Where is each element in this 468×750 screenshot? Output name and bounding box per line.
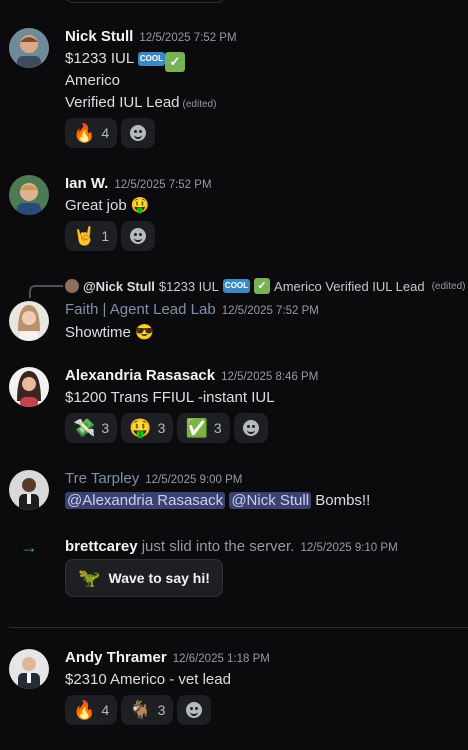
- timestamp: 12/5/2025 7:52 PM: [221, 305, 319, 317]
- timestamp: 12/5/2025 8:46 PM: [221, 371, 319, 383]
- edited-label: (edited): [431, 280, 466, 292]
- avatar-image: [9, 301, 49, 341]
- avatar-image: [9, 649, 49, 689]
- reaction-count: 3: [157, 702, 166, 718]
- join-text: just slid into the server.: [141, 538, 295, 555]
- reaction-money-wings[interactable]: 💸 3: [65, 413, 118, 443]
- avatar[interactable]: [9, 175, 49, 215]
- timestamp: 12/5/2025 7:52 PM: [114, 179, 212, 191]
- message-content: @Alexandria Rasasack @Nick Stull Bombs!!: [65, 492, 370, 509]
- message-content: $1200 Trans FFIUL -instant IUL: [65, 389, 275, 406]
- reaction-bar: 🔥 4 🐐 3: [65, 695, 212, 725]
- avatar[interactable]: [9, 28, 49, 68]
- add-reaction-button[interactable]: [177, 695, 212, 725]
- message-content: Showtime 😎: [65, 324, 154, 341]
- edited-label: (edited): [182, 99, 217, 110]
- fire-icon: 🔥: [73, 700, 96, 720]
- reaction-check[interactable]: ✅ 3: [177, 413, 230, 443]
- timestamp: 12/5/2025 9:10 PM: [300, 542, 398, 554]
- wave-button[interactable]: 🦖 Wave to say hi!: [65, 559, 223, 597]
- message-line: $1233 IUL: [65, 50, 134, 67]
- message-line: Americo: [65, 72, 121, 89]
- sunglasses-emoji: 😎: [135, 324, 154, 341]
- avatar[interactable]: [9, 649, 49, 689]
- money-face-icon: 🤑: [129, 418, 152, 438]
- author-name[interactable]: Nick Stull 12/5/2025 7:52 PM: [65, 28, 237, 45]
- timestamp: 12/5/2025 7:52 PM: [139, 32, 237, 44]
- reaction-count: 4: [101, 702, 110, 718]
- join-username[interactable]: brettcarey: [65, 538, 138, 555]
- author-name[interactable]: Tre Tarpley 12/5/2025 9:00 PM: [65, 470, 242, 487]
- add-reaction-icon: [242, 420, 259, 436]
- check-mark-icon: ✅: [185, 418, 208, 438]
- timestamp: 12/6/2025 1:18 PM: [172, 653, 270, 665]
- reply-connector: [29, 285, 63, 298]
- add-reaction-button[interactable]: [121, 221, 156, 251]
- message-line: Verified IUL Lead (edited): [65, 94, 217, 111]
- add-reaction-button[interactable]: [233, 413, 268, 443]
- author-name[interactable]: Alexandria Rasasack 12/5/2025 8:46 PM: [65, 367, 318, 384]
- money-face-emoji: 🤑: [130, 197, 150, 214]
- date-divider: [9, 627, 468, 628]
- avatar[interactable]: [9, 470, 49, 510]
- goat-icon: 🐐: [129, 700, 152, 720]
- avatar-image: [9, 175, 49, 215]
- money-with-wings-icon: 💸: [73, 418, 96, 438]
- add-reaction-icon: [186, 702, 203, 718]
- add-reaction-icon: [130, 125, 147, 141]
- reaction-bar: 🤘 1: [65, 221, 156, 251]
- user-mention[interactable]: @Nick Stull: [229, 492, 312, 509]
- avatar-image: [9, 28, 49, 68]
- previous-message-stub: [65, 0, 225, 3]
- reaction-count: 4: [101, 125, 110, 141]
- author-name[interactable]: Faith | Agent Lead Lab 12/5/2025 7:52 PM: [65, 301, 319, 318]
- avatar[interactable]: [9, 367, 49, 407]
- reaction-count: 3: [157, 420, 166, 436]
- reaction-count: 3: [101, 420, 110, 436]
- reply-preview[interactable]: @Nick Stull $1233 IUL COOL ✓ Americo Veri…: [65, 278, 465, 294]
- avatar-image: [9, 470, 49, 510]
- cool-emoji: COOL: [222, 279, 251, 293]
- reaction-count: 1: [101, 228, 110, 244]
- author-name[interactable]: Andy Thramer 12/6/2025 1:18 PM: [65, 649, 270, 666]
- author-name[interactable]: Ian W. 12/5/2025 7:52 PM: [65, 175, 212, 192]
- rock-on-icon: 🤘: [73, 226, 96, 246]
- reply-text: $1233 IUL: [158, 278, 219, 294]
- avatar-image: [9, 367, 49, 407]
- wave-label: Wave to say hi!: [108, 570, 210, 586]
- reply-author: @Nick Stull: [83, 278, 155, 294]
- reaction-fire[interactable]: 🔥 4: [65, 695, 118, 725]
- reply-text: Americo Verified IUL Lead: [274, 278, 425, 294]
- message-content: $1233 IUL COOL ✓: [65, 50, 185, 72]
- wave-sticker-icon: 🦖: [78, 567, 101, 588]
- timestamp: 12/5/2025 9:00 PM: [145, 474, 243, 486]
- avatar[interactable]: [9, 301, 49, 341]
- cool-emoji: COOL: [137, 52, 165, 66]
- message-content: Great job 🤑: [65, 197, 150, 214]
- join-arrow-icon: →: [20, 537, 38, 557]
- add-reaction-button[interactable]: [121, 118, 156, 148]
- check-emoji: ✓: [254, 278, 271, 294]
- reaction-money-face[interactable]: 🤑 3: [121, 413, 174, 443]
- reaction-bar: 💸 3 🤑 3 ✅ 3: [65, 413, 268, 443]
- reaction-bar: 🔥 4: [65, 118, 156, 148]
- reply-avatar: [65, 279, 79, 293]
- reaction-goat[interactable]: 🐐 3: [121, 695, 174, 725]
- join-message: brettcarey just slid into the server. 12…: [65, 538, 398, 555]
- add-reaction-icon: [130, 228, 147, 244]
- reaction-fire[interactable]: 🔥 4: [65, 118, 118, 148]
- message-text: Bombs!!: [315, 492, 371, 509]
- fire-icon: 🔥: [73, 123, 96, 143]
- reaction-rock-on[interactable]: 🤘 1: [65, 221, 118, 251]
- reaction-count: 3: [213, 420, 222, 436]
- message-content: $2310 Americo - vet lead: [65, 671, 231, 688]
- check-emoji: ✓: [164, 52, 185, 72]
- user-mention[interactable]: @Alexandria Rasasack: [65, 492, 226, 509]
